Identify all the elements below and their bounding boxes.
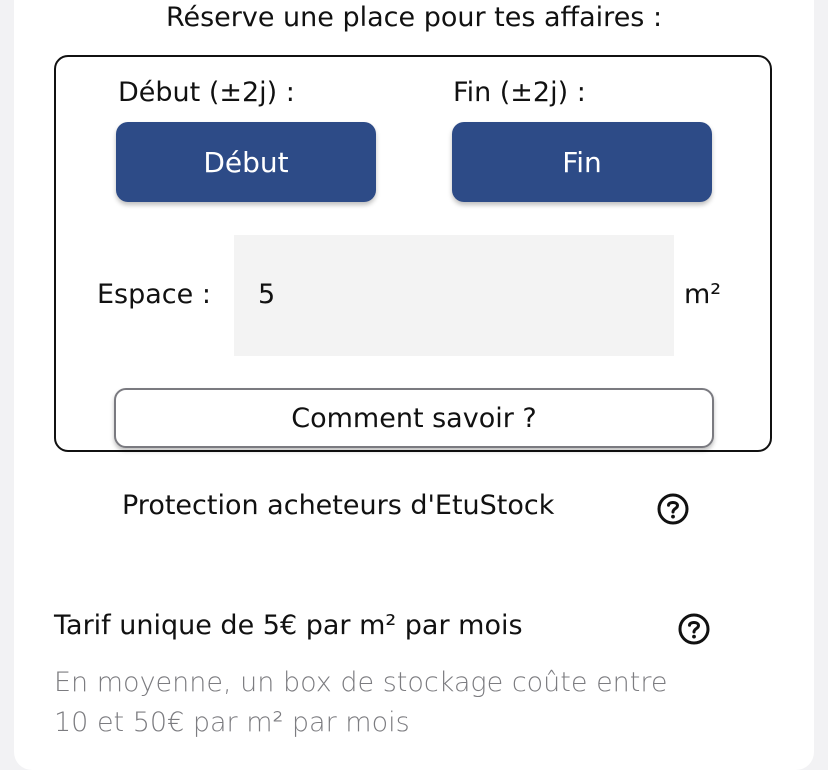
help-circle-icon[interactable] <box>656 492 690 526</box>
pricing-note-line2: 10 et 50€ par m² par mois <box>54 707 410 738</box>
start-date-button[interactable]: Début <box>116 122 376 202</box>
pricing-note-line1: En moyenne, un box de stockage coûte ent… <box>54 667 668 698</box>
start-date-label: Début (±2j) : <box>118 77 295 108</box>
space-input[interactable]: 5 <box>234 235 674 356</box>
end-date-label: Fin (±2j) : <box>453 77 586 108</box>
pricing-text: Tarif unique de 5€ par m² par mois <box>54 610 523 641</box>
how-to-know-button[interactable]: Comment savoir ? <box>114 388 714 448</box>
help-circle-icon[interactable] <box>677 612 711 646</box>
space-unit: m² <box>684 279 722 310</box>
page-title: Réserve une place pour tes affaires : <box>165 2 663 33</box>
end-date-button[interactable]: Fin <box>452 122 712 202</box>
buyer-protection-text: Protection acheteurs d'EtuStock <box>122 490 555 521</box>
space-label: Espace : <box>97 279 211 310</box>
